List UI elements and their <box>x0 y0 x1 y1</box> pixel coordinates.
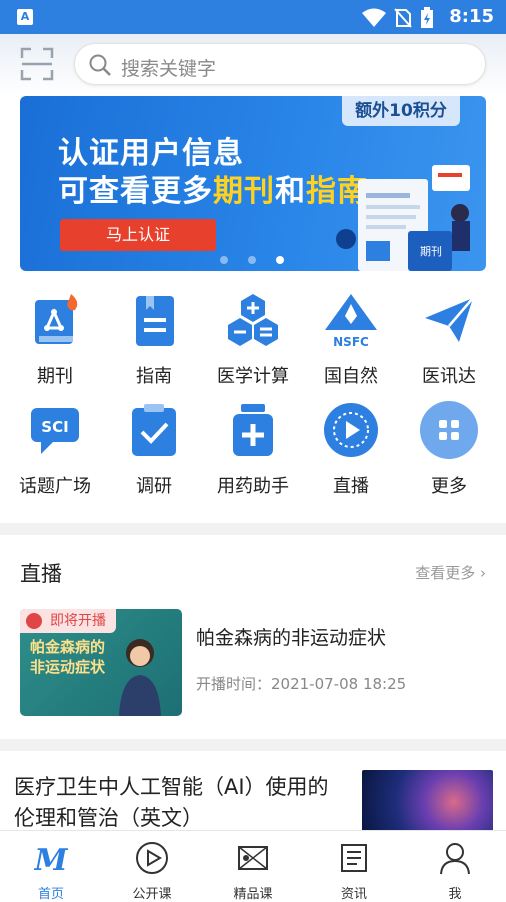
nsfc-text: NSFC <box>333 335 369 349</box>
status-icons <box>362 7 434 29</box>
feature-label: 调研 <box>136 476 172 497</box>
feature-more[interactable]: 更多 <box>399 400 499 498</box>
calculator-icon <box>228 294 278 346</box>
app-notification-icon: A <box>17 9 33 25</box>
tab-label: 公开课 <box>132 887 172 902</box>
tab-label: 精品课 <box>233 887 273 902</box>
feature-row-1: 期刊 指南 医学计算 NSFC 国自然 医讯达 <box>0 290 506 390</box>
feature-label: 医学计算 <box>217 366 289 387</box>
banner-illustration-label: 期刊 <box>420 245 442 258</box>
feature-label: 话题广场 <box>19 476 91 497</box>
section-divider <box>0 739 506 751</box>
no-sim-icon <box>394 8 412 28</box>
top-bar: 搜索关键字 <box>0 34 506 96</box>
nsfc-icon: NSFC <box>325 294 377 349</box>
feature-label: 医讯达 <box>422 366 476 387</box>
banner-dot[interactable] <box>248 256 256 264</box>
scan-icon[interactable] <box>20 47 54 81</box>
tab-news[interactable]: 资讯 <box>314 841 394 902</box>
tab-premium-course[interactable]: 精品课 <box>213 841 293 902</box>
tab-home[interactable]: M 首页 <box>11 841 91 902</box>
live-thumbnail: 帕金森病的非运动症状 即将开播 <box>20 609 182 716</box>
live-icon <box>324 403 378 457</box>
bottom-tab-bar: M 首页 公开课 精品课 资讯 我 <box>0 830 506 902</box>
speaker-photo <box>119 639 161 716</box>
feature-label: 指南 <box>136 366 172 387</box>
live-start-time: 开播时间：2021-07-08 18:25 <box>196 675 407 693</box>
survey-icon <box>132 404 176 456</box>
verify-now-button[interactable]: 马上认证 <box>60 219 216 251</box>
feature-medication-assistant[interactable]: 用药助手 <box>203 400 303 498</box>
search-placeholder: 搜索关键字 <box>121 58 217 80</box>
tab-label: 我 <box>448 887 462 902</box>
feature-label: 用药助手 <box>217 476 289 497</box>
svg-text:M: M <box>34 843 68 875</box>
search-icon <box>89 54 111 76</box>
clock-icon <box>26 613 42 629</box>
feature-journal[interactable]: 期刊 <box>5 290 105 388</box>
status-clock: 8:15 <box>449 6 494 27</box>
article-thumbnail <box>362 770 493 834</box>
banner-pagination <box>220 256 284 264</box>
feature-nsfc[interactable]: NSFC 国自然 <box>301 290 401 388</box>
play-circle-icon <box>136 842 168 874</box>
guide-icon <box>136 296 174 346</box>
paper-plane-icon <box>425 297 474 342</box>
thumbnail-title-line-2: 非运动症状 <box>30 658 106 676</box>
banner-dot-active[interactable] <box>276 256 284 264</box>
home-m-icon: M <box>33 843 68 878</box>
tab-open-course[interactable]: 公开课 <box>112 841 192 902</box>
medicine-icon <box>233 404 273 456</box>
chevron-right-icon: › <box>480 564 486 582</box>
video-icon <box>238 846 268 870</box>
banner-illustration: 期刊 <box>336 165 470 271</box>
live-section-header: 直播 查看更多 › <box>20 552 486 592</box>
feature-survey[interactable]: 调研 <box>104 400 204 498</box>
news-icon <box>341 844 367 872</box>
banner-highlight-journal: 期刊 <box>213 174 275 209</box>
banner-tag: 额外10积分 <box>342 96 460 126</box>
banner-subheadline-mid: 和 <box>275 174 306 209</box>
status-bar: A 8:15 <box>0 0 506 34</box>
more-icon <box>420 401 478 459</box>
upcoming-badge-label: 即将开播 <box>50 613 106 629</box>
tab-label: 资讯 <box>340 887 367 902</box>
feature-live[interactable]: 直播 <box>301 400 401 498</box>
feature-label: 直播 <box>333 476 369 497</box>
feature-label: 国自然 <box>324 366 378 387</box>
upcoming-badge: 即将开播 <box>20 609 116 633</box>
live-card[interactable]: 帕金森病的非运动症状 即将开播 帕金森病的非运动症状 开播时间：2021-07-… <box>20 609 486 717</box>
feature-label: 期刊 <box>37 366 73 387</box>
journal-icon <box>35 294 78 344</box>
feature-label: 更多 <box>431 476 467 497</box>
feature-guide[interactable]: 指南 <box>104 290 204 388</box>
live-section-title: 直播 <box>20 562 62 586</box>
battery-charging-icon <box>421 7 433 28</box>
user-icon <box>440 843 470 875</box>
banner-dot[interactable] <box>220 256 228 264</box>
sci-chat-icon: SCI <box>31 408 79 454</box>
view-more-label: 查看更多 <box>415 564 476 582</box>
feature-medical-calc[interactable]: 医学计算 <box>203 290 303 388</box>
section-divider <box>0 523 506 535</box>
thumbnail-title-line-1: 帕金森病的 <box>30 638 106 656</box>
tab-label: 首页 <box>37 887 64 902</box>
view-more-link[interactable]: 查看更多 › <box>415 562 486 583</box>
tab-me[interactable]: 我 <box>415 841 495 902</box>
sci-text: SCI <box>41 418 68 436</box>
live-title: 帕金森病的非运动症状 <box>196 627 387 649</box>
wifi-icon <box>362 8 386 27</box>
feature-topic-square[interactable]: SCI 话题广场 <box>5 400 105 498</box>
feature-yixunda[interactable]: 医讯达 <box>399 290 499 388</box>
banner-subheadline-prefix: 可查看更多 <box>58 174 213 209</box>
thumbnail-title: 帕金森病的非运动症状 <box>30 637 105 677</box>
article-item[interactable]: 医疗卫生中人工智能（AI）使用的伦理和管治（英文） <box>0 752 506 834</box>
search-input[interactable]: 搜索关键字 <box>74 43 486 85</box>
promo-banner[interactable]: 额外10积分 认证用户信息 可查看更多期刊和指南 马上认证 期刊 <box>20 96 486 271</box>
feature-row-2: SCI 话题广场 调研 用药助手 直播 更多 <box>0 400 506 500</box>
article-title: 医疗卫生中人工智能（AI）使用的伦理和管治（英文） <box>14 775 329 830</box>
banner-subheadline: 可查看更多期刊和指南 <box>58 166 368 210</box>
